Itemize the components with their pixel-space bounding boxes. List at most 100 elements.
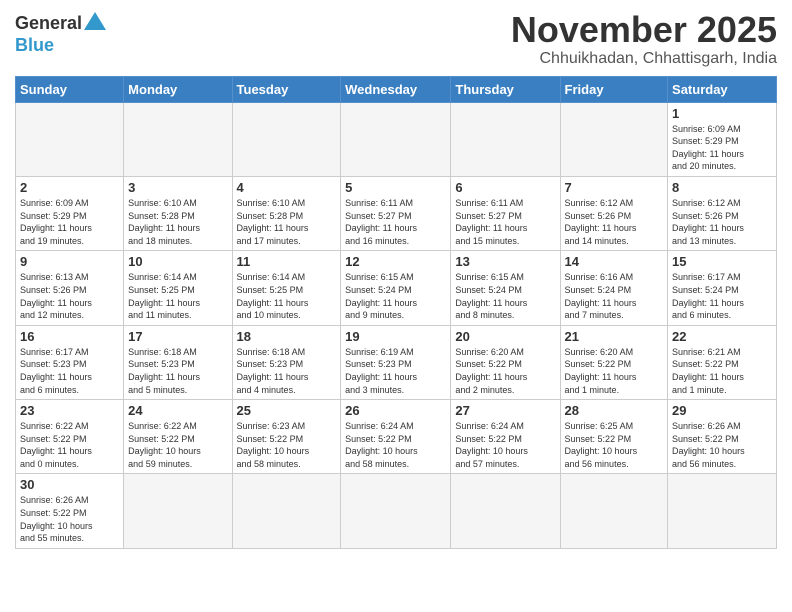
weekday-header-saturday: Saturday <box>668 76 777 102</box>
calendar-day-30: 30 Sunrise: 6:26 AM Sunset: 5:22 PM Dayli… <box>16 474 124 548</box>
day-number: 20 <box>455 329 555 344</box>
calendar-day-25: 25Sunrise: 6:23 AM Sunset: 5:22 PM Dayli… <box>232 400 341 474</box>
day-number: 13 <box>455 254 555 269</box>
calendar-empty <box>232 474 341 548</box>
logo-general-text: General <box>15 13 82 34</box>
weekday-header-sunday: Sunday <box>16 76 124 102</box>
day-info: Sunrise: 6:12 AM Sunset: 5:26 PM Dayligh… <box>672 197 772 247</box>
day-number: 19 <box>345 329 446 344</box>
day-number: 25 <box>237 403 337 418</box>
day-number: 2 <box>20 180 119 195</box>
day-info: Sunrise: 6:24 AM Sunset: 5:22 PM Dayligh… <box>455 420 555 470</box>
day-number: 27 <box>455 403 555 418</box>
day-info: Sunrise: 6:12 AM Sunset: 5:26 PM Dayligh… <box>565 197 664 247</box>
calendar-day-19: 19 Sunrise: 6:19 AM Sunset: 5:23 PM Dayli… <box>341 325 451 399</box>
calendar-day-9: 9 Sunrise: 6:13 AM Sunset: 5:26 PM Daylig… <box>16 251 124 325</box>
day-info: Sunrise: 6:14 AM Sunset: 5:25 PM Dayligh… <box>128 271 227 321</box>
day-info: Sunrise: 6:22 AM Sunset: 5:22 PM Dayligh… <box>20 420 119 470</box>
calendar-day-17: 17 Sunrise: 6:18 AM Sunset: 5:23 PM Dayli… <box>124 325 232 399</box>
day-info: Sunrise: 6:22 AM Sunset: 5:22 PM Dayligh… <box>128 420 227 470</box>
day-info: Sunrise: 6:13 AM Sunset: 5:26 PM Dayligh… <box>20 271 119 321</box>
day-number: 22 <box>672 329 772 344</box>
calendar-empty <box>232 102 341 176</box>
page: General Blue November 2025 Chhuikhadan, … <box>0 0 792 612</box>
day-info: Sunrise: 6:26 AM Sunset: 5:22 PM Dayligh… <box>672 420 772 470</box>
day-number: 7 <box>565 180 664 195</box>
day-number: 11 <box>237 254 337 269</box>
calendar: SundayMondayTuesdayWednesdayThursdayFrid… <box>15 76 777 549</box>
calendar-day-1: 1Sunrise: 6:09 AM Sunset: 5:29 PM Daylig… <box>668 102 777 176</box>
logo-blue-text: Blue <box>15 35 54 56</box>
header: General Blue November 2025 Chhuikhadan, … <box>15 10 777 68</box>
logo: General Blue <box>15 10 106 56</box>
calendar-week-row: 9 Sunrise: 6:13 AM Sunset: 5:26 PM Daylig… <box>16 251 777 325</box>
day-number: 4 <box>237 180 337 195</box>
day-number: 15 <box>672 254 772 269</box>
calendar-week-row: 2Sunrise: 6:09 AM Sunset: 5:29 PM Daylig… <box>16 176 777 250</box>
calendar-empty <box>124 474 232 548</box>
calendar-day-11: 11 Sunrise: 6:14 AM Sunset: 5:25 PM Dayli… <box>232 251 341 325</box>
day-info: Sunrise: 6:14 AM Sunset: 5:25 PM Dayligh… <box>237 271 337 321</box>
calendar-day-13: 13Sunrise: 6:15 AM Sunset: 5:24 PM Dayli… <box>451 251 560 325</box>
calendar-day-15: 15 Sunrise: 6:17 AM Sunset: 5:24 PM Dayli… <box>668 251 777 325</box>
calendar-day-6: 6Sunrise: 6:11 AM Sunset: 5:27 PM Daylig… <box>451 176 560 250</box>
day-number: 18 <box>237 329 337 344</box>
day-number: 9 <box>20 254 119 269</box>
day-info: Sunrise: 6:17 AM Sunset: 5:24 PM Dayligh… <box>672 271 772 321</box>
day-number: 8 <box>672 180 772 195</box>
day-info: Sunrise: 6:18 AM Sunset: 5:23 PM Dayligh… <box>128 346 227 396</box>
day-number: 10 <box>128 254 227 269</box>
calendar-week-row: 23 Sunrise: 6:22 AM Sunset: 5:22 PM Dayli… <box>16 400 777 474</box>
location: Chhuikhadan, Chhattisgarh, India <box>511 50 777 68</box>
day-info: Sunrise: 6:21 AM Sunset: 5:22 PM Dayligh… <box>672 346 772 396</box>
day-number: 17 <box>128 329 227 344</box>
logo-blue-icon <box>84 10 106 37</box>
calendar-day-24: 24Sunrise: 6:22 AM Sunset: 5:22 PM Dayli… <box>124 400 232 474</box>
day-info: Sunrise: 6:26 AM Sunset: 5:22 PM Dayligh… <box>20 494 119 544</box>
weekday-header-tuesday: Tuesday <box>232 76 341 102</box>
calendar-day-23: 23 Sunrise: 6:22 AM Sunset: 5:22 PM Dayli… <box>16 400 124 474</box>
day-number: 26 <box>345 403 446 418</box>
calendar-day-20: 20Sunrise: 6:20 AM Sunset: 5:22 PM Dayli… <box>451 325 560 399</box>
day-number: 23 <box>20 403 119 418</box>
day-number: 14 <box>565 254 664 269</box>
day-number: 12 <box>345 254 446 269</box>
calendar-day-14: 14Sunrise: 6:16 AM Sunset: 5:24 PM Dayli… <box>560 251 668 325</box>
calendar-day-12: 12 Sunrise: 6:15 AM Sunset: 5:24 PM Dayli… <box>341 251 451 325</box>
calendar-day-16: 16 Sunrise: 6:17 AM Sunset: 5:23 PM Dayli… <box>16 325 124 399</box>
calendar-empty <box>451 474 560 548</box>
calendar-day-2: 2Sunrise: 6:09 AM Sunset: 5:29 PM Daylig… <box>16 176 124 250</box>
calendar-day-18: 18 Sunrise: 6:18 AM Sunset: 5:23 PM Dayli… <box>232 325 341 399</box>
day-info: Sunrise: 6:17 AM Sunset: 5:23 PM Dayligh… <box>20 346 119 396</box>
day-info: Sunrise: 6:15 AM Sunset: 5:24 PM Dayligh… <box>345 271 446 321</box>
day-number: 5 <box>345 180 446 195</box>
calendar-day-21: 21 Sunrise: 6:20 AM Sunset: 5:22 PM Dayli… <box>560 325 668 399</box>
logo-icon: General <box>15 10 106 37</box>
calendar-day-22: 22 Sunrise: 6:21 AM Sunset: 5:22 PM Dayli… <box>668 325 777 399</box>
calendar-week-row: 30 Sunrise: 6:26 AM Sunset: 5:22 PM Dayli… <box>16 474 777 548</box>
calendar-empty <box>668 474 777 548</box>
day-info: Sunrise: 6:19 AM Sunset: 5:23 PM Dayligh… <box>345 346 446 396</box>
weekday-header-monday: Monday <box>124 76 232 102</box>
calendar-header-row: SundayMondayTuesdayWednesdayThursdayFrid… <box>16 76 777 102</box>
month-title: November 2025 <box>511 10 777 50</box>
calendar-empty <box>124 102 232 176</box>
day-info: Sunrise: 6:25 AM Sunset: 5:22 PM Dayligh… <box>565 420 664 470</box>
day-number: 21 <box>565 329 664 344</box>
day-info: Sunrise: 6:18 AM Sunset: 5:23 PM Dayligh… <box>237 346 337 396</box>
calendar-week-row: 1Sunrise: 6:09 AM Sunset: 5:29 PM Daylig… <box>16 102 777 176</box>
day-number: 30 <box>20 477 119 492</box>
calendar-day-5: 5Sunrise: 6:11 AM Sunset: 5:27 PM Daylig… <box>341 176 451 250</box>
calendar-day-4: 4Sunrise: 6:10 AM Sunset: 5:28 PM Daylig… <box>232 176 341 250</box>
calendar-day-10: 10 Sunrise: 6:14 AM Sunset: 5:25 PM Dayli… <box>124 251 232 325</box>
day-number: 1 <box>672 106 772 121</box>
day-number: 16 <box>20 329 119 344</box>
calendar-day-27: 27 Sunrise: 6:24 AM Sunset: 5:22 PM Dayli… <box>451 400 560 474</box>
weekday-header-wednesday: Wednesday <box>341 76 451 102</box>
day-info: Sunrise: 6:11 AM Sunset: 5:27 PM Dayligh… <box>455 197 555 247</box>
day-number: 29 <box>672 403 772 418</box>
day-info: Sunrise: 6:20 AM Sunset: 5:22 PM Dayligh… <box>565 346 664 396</box>
calendar-day-8: 8 Sunrise: 6:12 AM Sunset: 5:26 PM Daylig… <box>668 176 777 250</box>
weekday-header-friday: Friday <box>560 76 668 102</box>
calendar-week-row: 16 Sunrise: 6:17 AM Sunset: 5:23 PM Dayli… <box>16 325 777 399</box>
